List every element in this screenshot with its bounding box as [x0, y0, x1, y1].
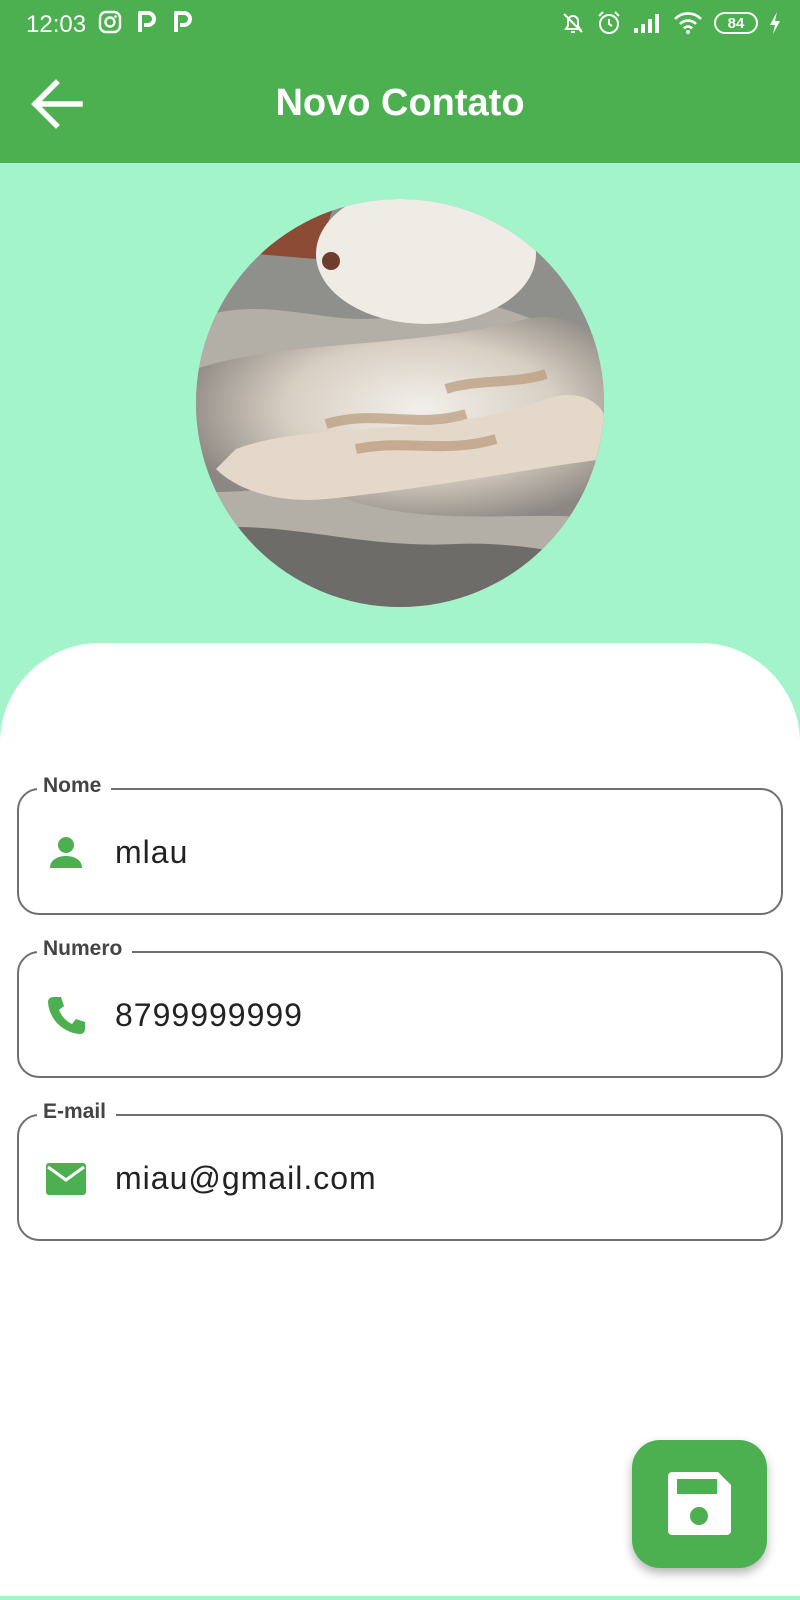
nome-field[interactable]: Nome mlau [17, 774, 783, 915]
p-icon [174, 11, 192, 32]
charging-icon [770, 12, 780, 34]
phone-icon [48, 997, 85, 1034]
email-input[interactable]: miau@gmail.com [115, 1160, 377, 1197]
email-field[interactable]: E-mail miau@gmail.com [17, 1100, 783, 1241]
battery-level: 84 [727, 14, 745, 32]
bell-off-icon [563, 13, 583, 33]
signal-icon [634, 14, 659, 33]
alarm-icon [598, 11, 620, 34]
instagram-icon [98, 10, 122, 34]
status-right-icons: 84 [560, 10, 782, 36]
save-button[interactable] [632, 1440, 767, 1568]
numero-label: Numero [37, 937, 133, 961]
p-icon [138, 11, 156, 32]
contact-photo-image [196, 199, 604, 607]
bottom-divider [0, 1596, 800, 1600]
status-bar: 12:03 84 [0, 0, 800, 48]
battery-icon: 84 [714, 12, 758, 34]
numero-field[interactable]: Numero 8799999999 [17, 937, 783, 1078]
page-title: Novo Contato [275, 82, 525, 124]
person-icon [50, 837, 82, 868]
status-left-icons [98, 10, 194, 34]
status-time: 12:03 [26, 11, 87, 38]
app-bar: Novo Contato [0, 48, 800, 163]
nome-input[interactable]: mlau [115, 834, 188, 871]
email-label: E-mail [37, 1100, 117, 1124]
email-icon [46, 1163, 86, 1195]
save-icon [668, 1472, 731, 1535]
wifi-icon [674, 12, 702, 34]
numero-input[interactable]: 8799999999 [115, 997, 303, 1034]
contact-photo[interactable] [196, 199, 604, 607]
nome-label: Nome [37, 774, 112, 798]
